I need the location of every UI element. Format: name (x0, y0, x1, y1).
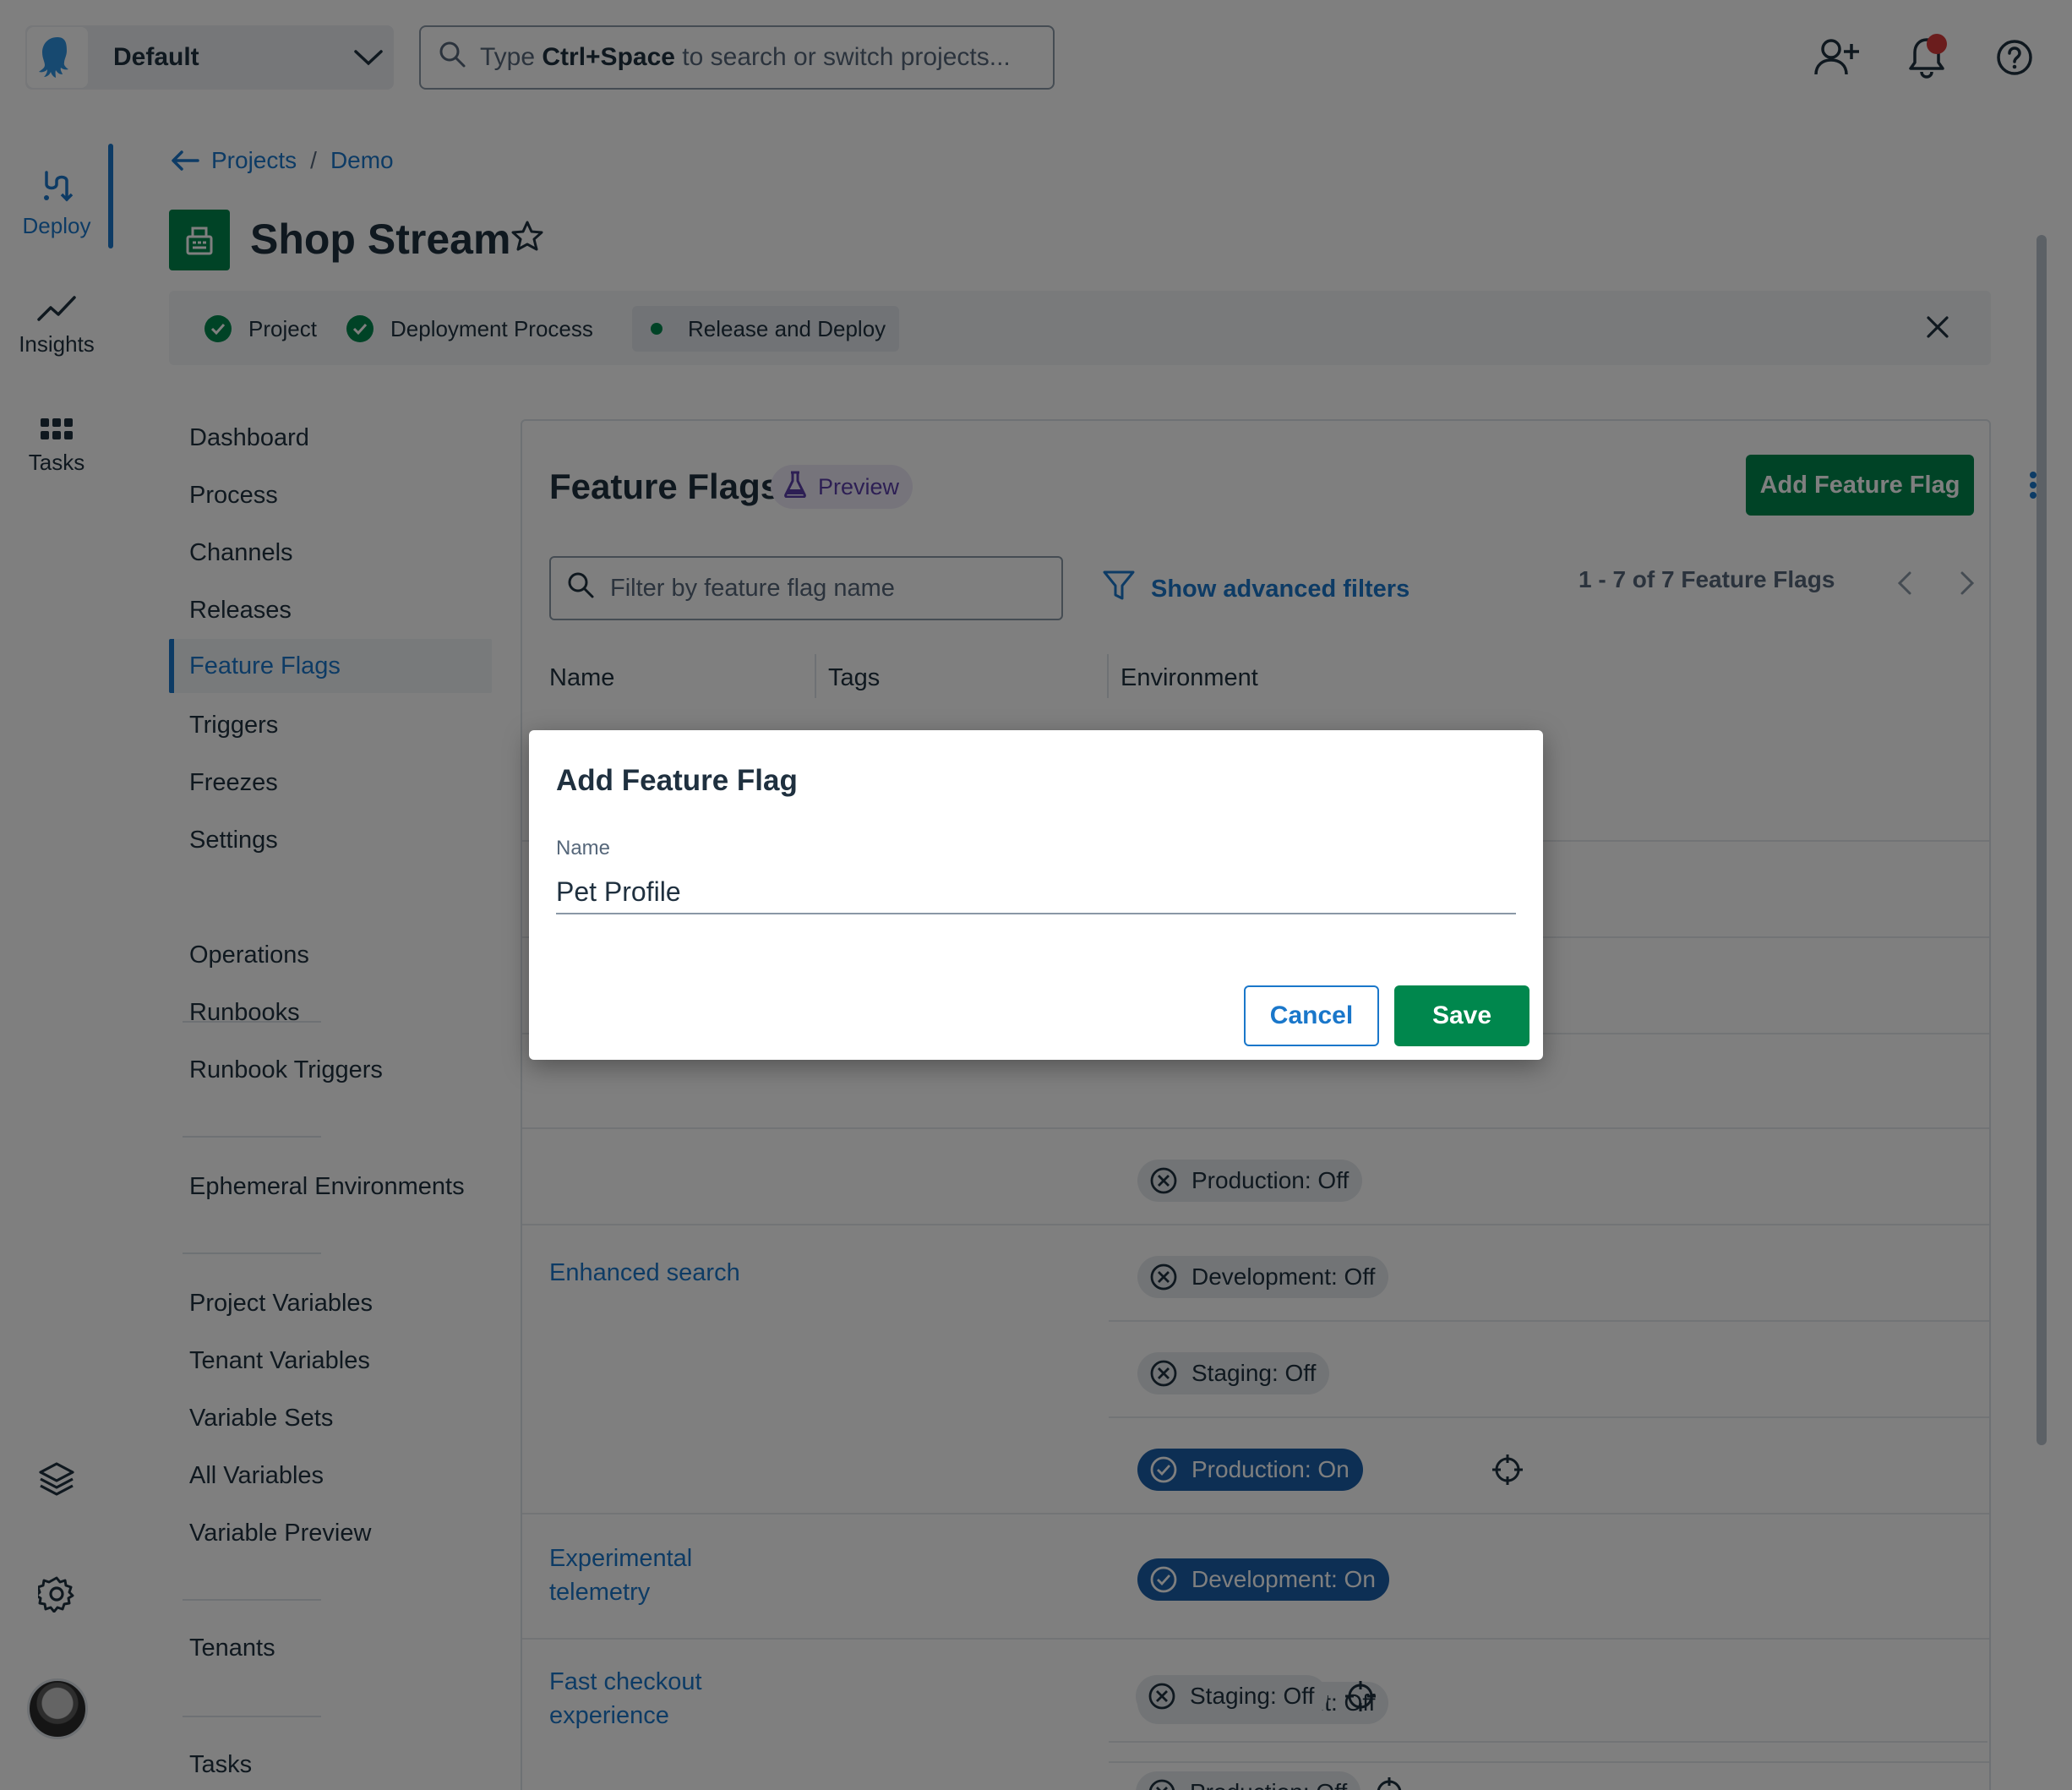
save-button[interactable]: Save (1394, 985, 1529, 1046)
dialog-title: Add Feature Flag (556, 764, 798, 797)
name-field-input[interactable] (556, 870, 1516, 914)
cancel-button[interactable]: Cancel (1244, 985, 1379, 1046)
name-field-label: Name (556, 837, 611, 860)
add-feature-flag-dialog: Add Feature Flag Name Cancel Save (529, 730, 1543, 1060)
